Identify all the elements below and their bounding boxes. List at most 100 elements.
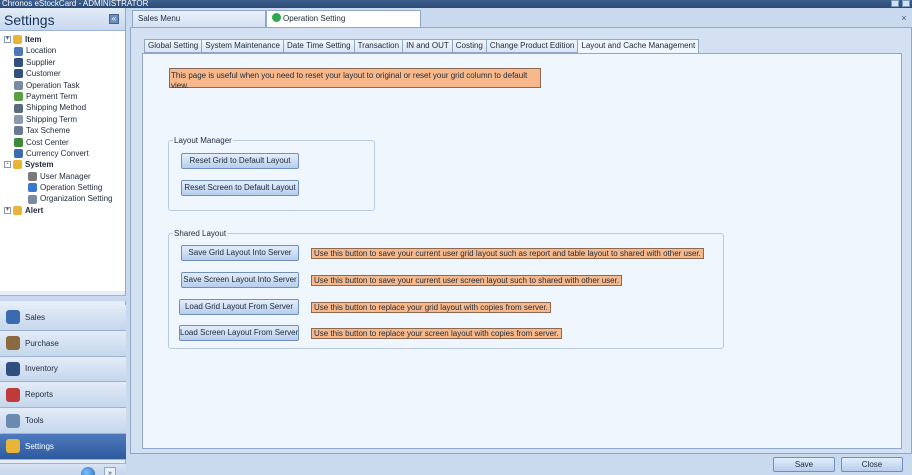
tree-item-label: Item [25, 35, 42, 44]
tab-global-setting[interactable]: Global Setting [144, 39, 202, 53]
layout-cache-tab-page: This page is useful when you need to res… [142, 53, 902, 449]
window-titlebar: Chronos eStockCard - ADMINISTRATOR [0, 0, 912, 8]
tree-item-label: Organization Setting [40, 194, 113, 204]
tree-item-label: Supplier [26, 57, 56, 67]
tab-in-and-out[interactable]: IN and OUT [402, 39, 452, 53]
collapse-pane-button[interactable]: « [109, 14, 119, 24]
tab-date-time-setting[interactable]: Date Time Setting [282, 39, 354, 53]
tree-item-icon [14, 69, 23, 79]
tree-item-shipping-method[interactable]: Shipping Method [0, 102, 125, 113]
tree-item-icon [14, 149, 23, 159]
tree-item-cost-center[interactable]: Cost Center [0, 137, 125, 148]
nav-button-inventory[interactable]: Inventory [0, 356, 126, 383]
folder-icon [13, 35, 22, 45]
restore-button[interactable] [902, 0, 910, 7]
load-screen-layout-note: Use this button to replace your screen l… [311, 328, 562, 339]
nav-button-label: Inventory [25, 364, 58, 374]
window-title: Chronos eStockCard - ADMINISTRATOR [2, 0, 149, 8]
tree-item-icon [14, 80, 23, 90]
document-tabs: Sales Menu Operation Setting × [130, 8, 912, 27]
doc-tab-label: Operation Setting [283, 14, 346, 23]
tree-item-tax-scheme[interactable]: Tax Scheme [0, 125, 125, 136]
tree-item-alert[interactable]: + Alert [0, 205, 125, 216]
reset-grid-button[interactable]: Reset Grid to Default Layout [181, 153, 299, 169]
doc-tab-operation-setting[interactable]: Operation Setting [266, 10, 421, 27]
collapse-icon[interactable]: - [4, 161, 11, 169]
tree-item-currency-convert[interactable]: Currency Convert [0, 148, 125, 159]
tree-item-icon [14, 114, 23, 124]
folder-icon [13, 206, 22, 216]
info-note: This page is useful when you need to res… [169, 68, 541, 90]
tree-item-icon [14, 57, 23, 67]
expand-icon[interactable]: + [4, 36, 11, 44]
tab-system-maintenance[interactable]: System Maintenance [201, 39, 283, 53]
tree-item-icon [28, 171, 37, 181]
operation-setting-panel: Global Setting System Maintenance Date Tim… [130, 27, 912, 454]
load-screen-layout-button[interactable]: Load Screen Layout From Server [179, 325, 299, 341]
nav-button-label: Purchase [25, 338, 59, 348]
nav-button-tools[interactable]: Tools [0, 408, 126, 434]
tree-item-user-manager[interactable]: User Manager [0, 171, 125, 182]
nav-button-sales[interactable]: Sales [0, 305, 126, 331]
tree-item-label: System [25, 160, 54, 170]
tree-item-icon [14, 137, 23, 147]
settings-tree: + Item Location Supplier Customer Operation T… [0, 31, 125, 291]
close-button[interactable]: Close [841, 457, 903, 472]
tree-item-customer[interactable]: Customer [0, 68, 125, 79]
tree-item-label: Cost Center [26, 137, 69, 147]
nav-button-settings[interactable]: Settings [0, 433, 126, 460]
configure-buttons-button[interactable]: » [104, 467, 116, 475]
tree-item-icon [14, 46, 23, 56]
tree-item-system[interactable]: - System [0, 159, 125, 170]
tree-item-operation-setting[interactable]: Operation Setting [0, 182, 125, 193]
group-title: Shared Layout [173, 229, 228, 238]
save-screen-layout-button[interactable]: Save Screen Layout Into Server [181, 272, 299, 288]
nav-button-reports[interactable]: Reports [0, 382, 126, 409]
tree-item-operation-task[interactable]: Operation Task [0, 80, 125, 91]
tab-change-product-edition[interactable]: Change Product Edition [485, 39, 578, 53]
layout-manager-group: Layout Manager Reset Grid to Default Lay… [168, 136, 375, 211]
sales-icon [6, 310, 20, 325]
reset-screen-button[interactable]: Reset Screen to Default Layout [181, 180, 299, 196]
tab-transaction[interactable]: Transaction [353, 39, 403, 53]
doc-tab-sales-menu[interactable]: Sales Menu [132, 10, 266, 27]
tree-item-item[interactable]: + Item [0, 34, 125, 45]
tree-item-shipping-term[interactable]: Shipping Term [0, 114, 125, 125]
tree-item-icon [14, 126, 23, 136]
nav-button-label: Sales [25, 312, 46, 322]
expand-icon[interactable]: + [4, 207, 11, 215]
pane-splitter[interactable] [0, 295, 126, 301]
tree-item-label: Tax Scheme [26, 126, 71, 136]
tree-item-label: Operation Task [26, 80, 80, 90]
reports-icon [6, 387, 20, 402]
nav-button-label: Tools [25, 416, 44, 426]
tree-item-supplier[interactable]: Supplier [0, 57, 125, 68]
tree-item-location[interactable]: Location [0, 45, 125, 56]
tree-item-label: Shipping Method [26, 103, 87, 113]
tree-item-label: Operation Setting [40, 183, 103, 193]
folder-icon [13, 160, 22, 170]
tab-costing[interactable]: Costing [451, 39, 486, 53]
nav-button-purchase[interactable]: Purchase [0, 330, 126, 357]
operation-setting-icon [272, 13, 281, 22]
navigation-pane-title: Settings [4, 12, 55, 28]
save-button[interactable]: Save [773, 457, 835, 472]
tree-item-label: Customer [26, 69, 61, 79]
tree-item-label: Payment Term [26, 91, 78, 101]
minimize-button[interactable] [891, 0, 899, 7]
save-grid-layout-button[interactable]: Save Grid Layout Into Server [181, 245, 299, 261]
close-icon[interactable]: × [900, 14, 908, 23]
tree-item-organization-setting[interactable]: Organization Setting [0, 193, 125, 204]
tree-item-payment-term[interactable]: Payment Term [0, 91, 125, 102]
nav-button-label: Settings [25, 441, 54, 451]
globe-icon[interactable] [81, 467, 95, 475]
module-buttons: Sales Purchase Inventory Reports Tools Settin… [0, 305, 126, 460]
window-controls [891, 0, 910, 7]
load-grid-layout-button[interactable]: Load Grid Layout From Server [179, 299, 299, 315]
navigation-pane: Settings « + Item Location Supplier Customer… [0, 8, 126, 475]
tree-item-label: Currency Convert [26, 148, 89, 158]
navigation-pane-header: Settings « [0, 8, 125, 31]
tree-item-icon [14, 92, 23, 102]
tab-layout-and-cache-management[interactable]: Layout and Cache Management [577, 39, 700, 54]
purchase-icon [6, 336, 20, 351]
